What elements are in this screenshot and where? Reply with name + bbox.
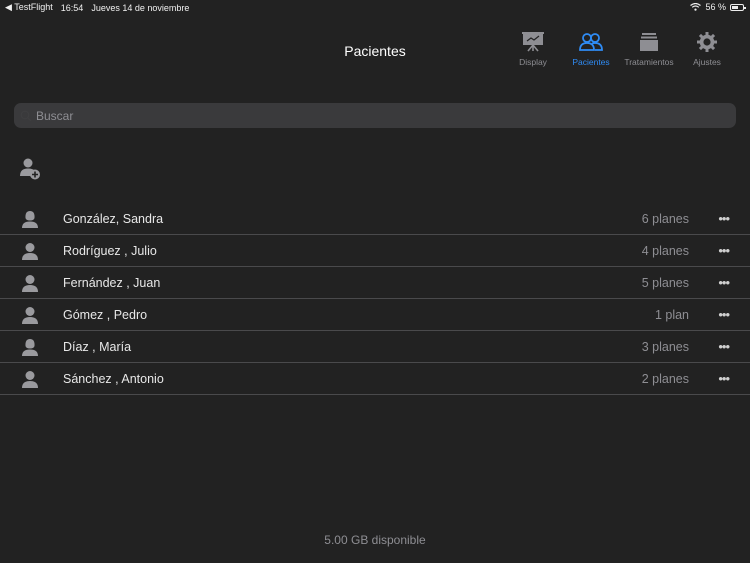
gear-icon bbox=[697, 32, 717, 52]
tab-bar: Display Pacientes Tratamientos Ajustes bbox=[504, 32, 736, 67]
status-bar: ◀ TestFlight 16:54 Jueves 14 de noviembr… bbox=[0, 0, 750, 15]
male-avatar-icon bbox=[21, 370, 39, 393]
presentation-icon bbox=[522, 32, 544, 52]
battery-percent: 56 % bbox=[705, 2, 726, 12]
more-options-button[interactable]: ••• bbox=[718, 307, 730, 322]
tab-label: Pacientes bbox=[572, 57, 610, 67]
navigation-bar: Pacientes Display Pacientes Tratamientos… bbox=[0, 15, 750, 87]
search-input[interactable] bbox=[34, 107, 736, 124]
battery-icon bbox=[730, 3, 746, 11]
more-options-button[interactable]: ••• bbox=[718, 371, 730, 386]
stack-icon bbox=[640, 33, 658, 51]
status-date: Jueves 14 de noviembre bbox=[91, 2, 190, 13]
plan-count: 2 planes bbox=[641, 372, 689, 386]
male-avatar-icon bbox=[21, 274, 39, 297]
tab-pacientes[interactable]: Pacientes bbox=[562, 32, 620, 67]
more-options-button[interactable]: ••• bbox=[718, 211, 730, 226]
list-item[interactable]: Fernández , Juan 5 planes ••• bbox=[0, 267, 750, 299]
back-to-app-link[interactable]: ◀ TestFlight bbox=[5, 2, 53, 13]
tab-tratamientos[interactable]: Tratamientos bbox=[620, 32, 678, 67]
patient-name: Rodríguez , Julio bbox=[63, 244, 157, 258]
list-item[interactable]: Rodríguez , Julio 4 planes ••• bbox=[0, 235, 750, 267]
tab-label: Display bbox=[519, 57, 547, 67]
plan-count: 4 planes bbox=[641, 244, 689, 258]
plan-count: 6 planes bbox=[641, 212, 689, 226]
people-icon bbox=[579, 33, 603, 51]
patient-name: Fernández , Juan bbox=[63, 276, 161, 290]
tab-label: Ajustes bbox=[693, 57, 721, 67]
patient-name: Díaz , María bbox=[63, 340, 132, 354]
male-avatar-icon bbox=[21, 306, 39, 329]
patient-list: González, Sandra 6 planes ••• Rodríguez … bbox=[0, 203, 750, 395]
tab-display[interactable]: Display bbox=[504, 32, 562, 67]
add-patient-button[interactable] bbox=[20, 157, 42, 186]
more-options-button[interactable]: ••• bbox=[718, 243, 730, 258]
wifi-icon bbox=[690, 3, 702, 11]
plan-count: 5 planes bbox=[641, 276, 689, 290]
patient-name: Gómez , Pedro bbox=[63, 308, 148, 322]
storage-available-label: 5.00 GB disponible bbox=[324, 533, 426, 547]
list-item[interactable]: Díaz , María 3 planes ••• bbox=[0, 331, 750, 363]
status-time: 16:54 bbox=[60, 2, 84, 13]
female-avatar-icon bbox=[21, 338, 39, 361]
list-item[interactable]: Gómez , Pedro 1 plan ••• bbox=[0, 299, 750, 331]
tab-ajustes[interactable]: Ajustes bbox=[678, 32, 736, 67]
list-item[interactable]: González, Sandra 6 planes ••• bbox=[0, 203, 750, 235]
tab-label: Tratamientos bbox=[624, 57, 674, 67]
plan-count: 3 planes bbox=[641, 340, 689, 354]
search-bar bbox=[14, 103, 736, 128]
plan-count: 1 plan bbox=[654, 308, 689, 322]
male-avatar-icon bbox=[21, 242, 39, 265]
list-item[interactable]: Sánchez , Antonio 2 planes ••• bbox=[0, 363, 750, 395]
patient-name: Sánchez , Antonio bbox=[63, 372, 164, 386]
female-avatar-icon bbox=[21, 210, 39, 233]
patient-name: González, Sandra bbox=[63, 212, 164, 226]
search-icon bbox=[20, 110, 32, 122]
more-options-button[interactable]: ••• bbox=[718, 339, 730, 354]
more-options-button[interactable]: ••• bbox=[718, 275, 730, 290]
add-user-icon bbox=[20, 158, 40, 180]
